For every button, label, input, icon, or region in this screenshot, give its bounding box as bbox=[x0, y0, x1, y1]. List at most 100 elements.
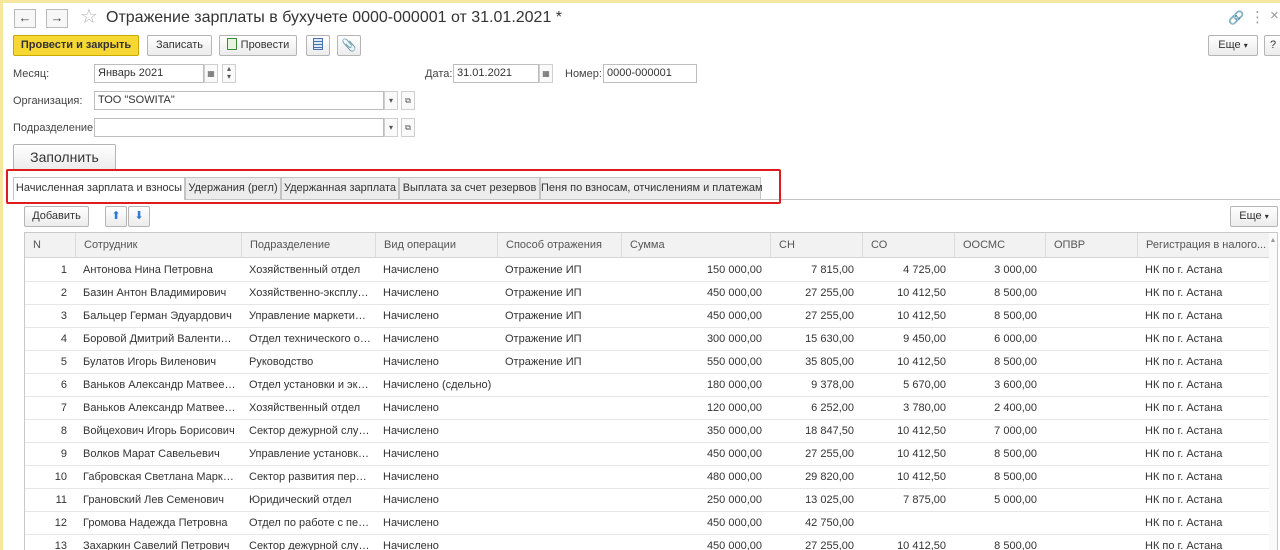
number-field[interactable]: 0000-000001 bbox=[603, 64, 697, 83]
forward-button[interactable]: → bbox=[46, 9, 68, 28]
cell-operation: Начислено bbox=[383, 448, 439, 460]
cell-employee: Боровой Дмитрий Валентинов... bbox=[83, 333, 237, 345]
cell-so: 10 412,50 bbox=[897, 425, 946, 437]
add-row-button[interactable]: Добавить bbox=[24, 206, 89, 227]
chevron-down-icon: ▾ bbox=[1243, 41, 1248, 50]
cell-method bbox=[505, 374, 617, 397]
vertical-scrollbar[interactable]: ▲ bbox=[1269, 233, 1277, 550]
cell-opvr bbox=[1045, 351, 1129, 374]
cell-opvr bbox=[1045, 420, 1129, 443]
cell-method: Отражение ИП bbox=[505, 356, 582, 368]
column-header-tax-registration[interactable]: Регистрация в налого... bbox=[1137, 233, 1271, 258]
cell-department: Сектор развития персо... bbox=[249, 471, 371, 483]
back-button[interactable]: ← bbox=[14, 9, 36, 28]
cell-sn: 27 255,00 bbox=[805, 287, 854, 299]
report-button[interactable] bbox=[306, 35, 330, 56]
organization-open-icon[interactable]: ⧉ bbox=[401, 91, 415, 110]
cell-n: 8 bbox=[60, 425, 67, 437]
column-header-amount[interactable]: Сумма bbox=[621, 233, 770, 258]
table-more-button[interactable]: Еще ▾ bbox=[1230, 206, 1278, 227]
cell-operation: Начислено bbox=[383, 494, 439, 506]
column-header-oosms[interactable]: ООСМС bbox=[954, 233, 1045, 258]
cell-opvr bbox=[1045, 466, 1129, 489]
cell-so: 4 725,00 bbox=[903, 264, 946, 276]
cell-sn: 7 815,00 bbox=[811, 264, 854, 276]
attach-button[interactable]: 📎 bbox=[337, 35, 361, 56]
cell-tax-registration: НК по г. Астана bbox=[1145, 425, 1223, 437]
cell-sn: 27 255,00 bbox=[805, 540, 854, 550]
move-down-icon[interactable]: ⬇ bbox=[128, 206, 150, 227]
cell-tax-registration: НК по г. Астана bbox=[1145, 310, 1223, 322]
save-button[interactable]: Записать bbox=[147, 35, 212, 56]
more-menu-icon[interactable]: ⋮ bbox=[1250, 8, 1265, 26]
organization-field[interactable]: ТОО "SOWITA" bbox=[94, 91, 384, 110]
cell-operation: Начислено bbox=[383, 517, 439, 529]
page-title: Отражение зарплаты в бухучете 0000-00000… bbox=[106, 9, 563, 26]
accruals-table[interactable]: N Сотрудник Подразделение Вид операции Спосо… bbox=[24, 232, 1278, 550]
post-button-label: Провести bbox=[240, 39, 290, 51]
table-row[interactable]: 12 Громова Надежда Петровна Отдел по работ… bbox=[25, 512, 1277, 535]
calendar-icon[interactable]: ▦ bbox=[204, 64, 218, 83]
table-row[interactable]: 6 Ваньков Александр Матвеевич Отдел устано… bbox=[25, 374, 1277, 397]
cell-department: Хозяйственный отдел bbox=[249, 402, 361, 414]
table-row[interactable]: 8 Войцехович Игорь Борисович Сектор дежурн… bbox=[25, 420, 1277, 443]
cell-oosms: 8 500,00 bbox=[994, 310, 1037, 322]
cell-department: Управление установки ... bbox=[249, 448, 371, 460]
more-button[interactable]: Еще ▾ bbox=[1208, 35, 1258, 56]
table-row[interactable]: 2 Базин Антон Владимирович Хозяйственно-эк… bbox=[25, 282, 1277, 305]
cell-department: Отдел технического об... bbox=[249, 333, 371, 345]
cell-so: 9 450,00 bbox=[903, 333, 946, 345]
cell-employee: Захаркин Савелий Петрович bbox=[83, 540, 230, 550]
cell-method bbox=[505, 420, 617, 443]
cell-opvr bbox=[1045, 282, 1129, 305]
cell-opvr bbox=[1045, 305, 1129, 328]
favorite-star-icon[interactable]: ☆ bbox=[80, 6, 98, 28]
column-header-opvr[interactable]: ОПВР bbox=[1045, 233, 1137, 258]
fill-button[interactable]: Заполнить bbox=[13, 144, 116, 170]
scroll-up-icon[interactable]: ▲ bbox=[1269, 237, 1277, 244]
organization-dropdown-icon[interactable]: ▾ bbox=[384, 91, 398, 110]
move-up-icon[interactable]: ⬆ bbox=[105, 206, 127, 227]
column-header-n[interactable]: N bbox=[25, 233, 75, 258]
column-header-sn[interactable]: СН bbox=[770, 233, 862, 258]
table-row[interactable]: 5 Булатов Игорь Виленович Руководство Начис… bbox=[25, 351, 1277, 374]
table-row[interactable]: 4 Боровой Дмитрий Валентинов... Отдел техн… bbox=[25, 328, 1277, 351]
table-row[interactable]: 10 Габровская Светлана Марковна Сектор раз… bbox=[25, 466, 1277, 489]
column-header-operation[interactable]: Вид операции bbox=[375, 233, 497, 258]
cell-so: 10 412,50 bbox=[897, 471, 946, 483]
table-row[interactable]: 1 Антонова Нина Петровна Хозяйственный отд… bbox=[25, 259, 1277, 282]
cell-n: 5 bbox=[60, 356, 67, 368]
table-row[interactable]: 13 Захаркин Савелий Петрович Сектор дежурн… bbox=[25, 535, 1277, 550]
cell-opvr bbox=[1045, 328, 1129, 351]
cell-amount: 120 000,00 bbox=[706, 402, 762, 414]
department-dropdown-icon[interactable]: ▾ bbox=[384, 118, 398, 137]
cell-so: 10 412,50 bbox=[897, 356, 946, 368]
cell-so: 10 412,50 bbox=[897, 540, 946, 550]
cell-department: Хозяйственно-эксплуат... bbox=[249, 287, 371, 299]
cell-n: 3 bbox=[60, 310, 67, 322]
link-icon[interactable]: 🔗 bbox=[1228, 10, 1244, 26]
department-field[interactable] bbox=[94, 118, 384, 137]
date-field[interactable]: 31.01.2021 bbox=[453, 64, 539, 83]
cell-n: 6 bbox=[60, 379, 67, 391]
column-header-employee[interactable]: Сотрудник bbox=[75, 233, 241, 258]
post-and-close-button[interactable]: Провести и закрыть bbox=[13, 35, 139, 56]
month-spinner[interactable]: ▴ ▾ bbox=[222, 64, 236, 83]
close-icon[interactable]: × bbox=[1270, 7, 1279, 24]
cell-employee: Волков Марат Савельевич bbox=[83, 448, 220, 460]
help-button[interactable]: ? bbox=[1264, 35, 1280, 56]
date-calendar-icon[interactable]: ▦ bbox=[539, 64, 553, 83]
window-left-accent bbox=[0, 0, 3, 550]
column-header-method[interactable]: Способ отражения bbox=[497, 233, 621, 258]
post-button[interactable]: Провести bbox=[219, 35, 297, 56]
cell-n: 2 bbox=[60, 287, 67, 299]
table-row[interactable]: 3 Бальцер Герман Эдуардович Управление мар… bbox=[25, 305, 1277, 328]
month-field[interactable]: Январь 2021 bbox=[94, 64, 204, 83]
cell-department: Руководство bbox=[249, 356, 314, 368]
table-row[interactable]: 9 Волков Марат Савельевич Управление устан… bbox=[25, 443, 1277, 466]
table-row[interactable]: 11 Грановский Лев Семенович Юридический от… bbox=[25, 489, 1277, 512]
department-open-icon[interactable]: ⧉ bbox=[401, 118, 415, 137]
column-header-department[interactable]: Подразделение bbox=[241, 233, 375, 258]
table-row[interactable]: 7 Ваньков Александр Матвеевич Хозяйственны… bbox=[25, 397, 1277, 420]
column-header-so[interactable]: СО bbox=[862, 233, 954, 258]
